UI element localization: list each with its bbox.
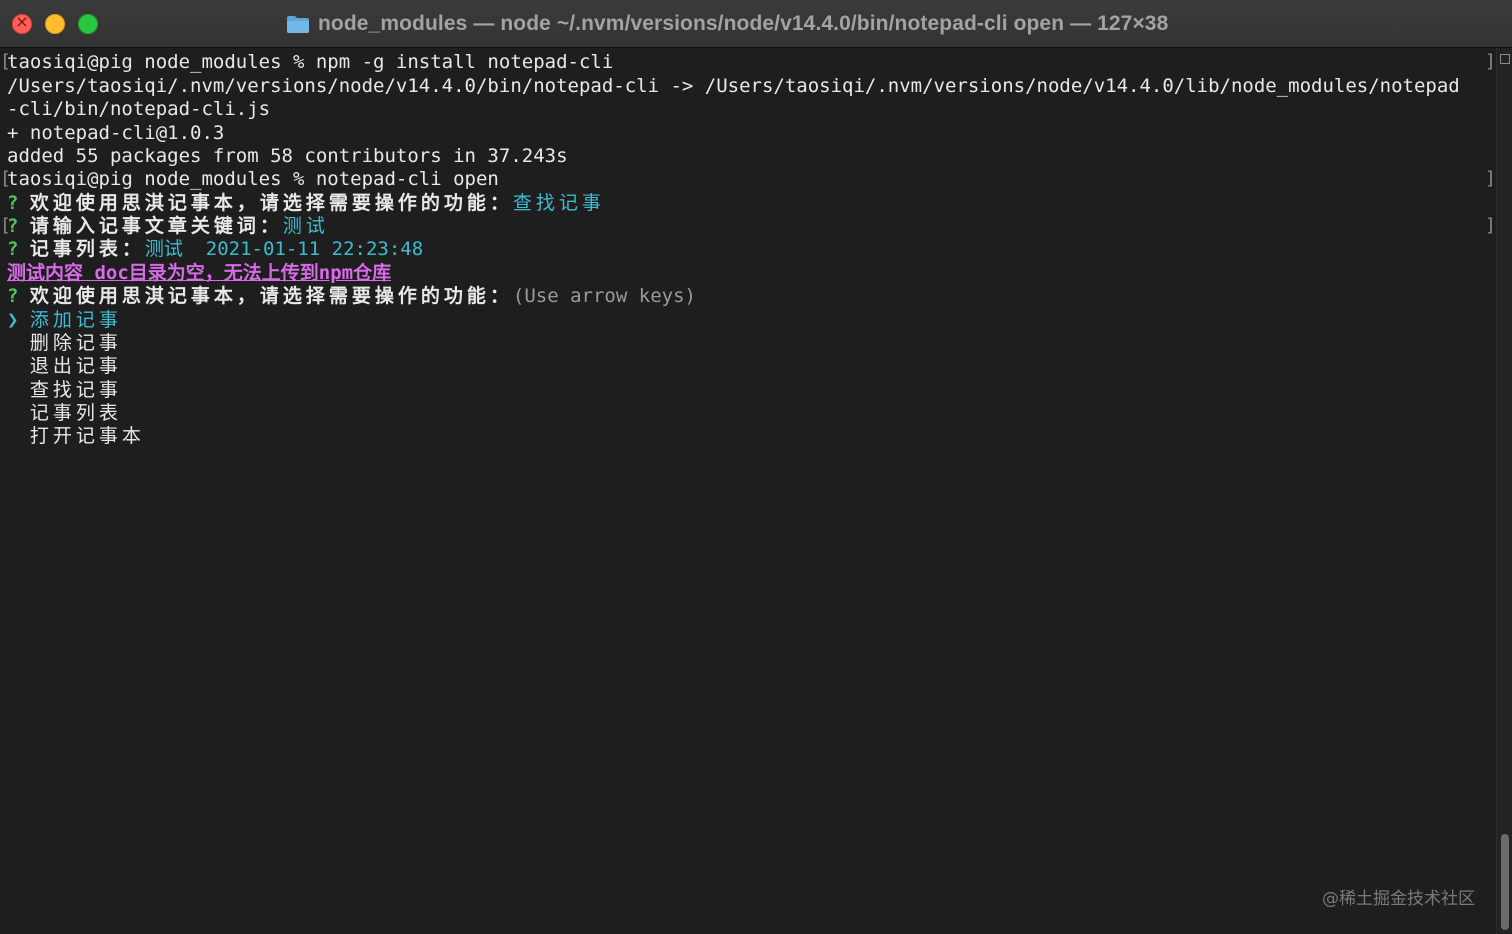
error-text: 测试内容 doc目录为空，无法上传到npm仓库 <box>7 262 392 284</box>
menu-option-selected[interactable]: ❯ 添加记事 <box>7 308 122 332</box>
prompt-question-mark: ? <box>7 192 19 214</box>
vertical-scrollbar[interactable] <box>1496 48 1512 934</box>
prompt-line-active: ? 欢迎使用思淇记事本，请选择需要操作的功能：(Use arrow keys) <box>7 284 696 308</box>
prompt-label: 记事列表： <box>29 238 145 260</box>
prompt-hint: (Use arrow keys) <box>512 285 696 307</box>
menu-option-label: 查找记事 <box>29 379 122 401</box>
prompt-question-mark: ? <box>7 238 19 260</box>
terminal-line: + notepad-cli@1.0.3 <box>7 122 225 144</box>
prompt-label: 欢迎使用思淇记事本，请选择需要操作的功能： <box>29 192 513 214</box>
prompt-answer: 测试 2021-01-11 22:23:48 <box>144 238 424 260</box>
close-button[interactable] <box>12 12 32 34</box>
menu-option[interactable]: 退出记事 <box>7 354 122 378</box>
title-bar[interactable]: node_modules — node ~/.nvm/versions/node… <box>0 0 1512 48</box>
window-title-group: node_modules — node ~/.nvm/versions/node… <box>286 10 1168 38</box>
prompt-question-mark: ? <box>7 215 19 237</box>
error-message: 测试内容 doc目录为空，无法上传到npm仓库 <box>7 261 391 285</box>
pointer-icon: ❯ <box>7 309 19 331</box>
terminal-line: -cli/bin/notepad-cli.js <box>7 98 271 120</box>
menu-option[interactable]: 删除记事 <box>7 331 122 355</box>
prompt-line-function: ? 欢迎使用思淇记事本，请选择需要操作的功能：查找记事 <box>7 191 605 215</box>
window-title: node_modules — node ~/.nvm/versions/node… <box>318 12 1169 35</box>
terminal-window: node_modules — node ~/.nvm/versions/node… <box>0 0 1512 934</box>
prompt-line-keyword: ? 请输入记事文章关键词：测试 <box>7 214 329 238</box>
terminal-line: added 55 packages from 58 contributors i… <box>7 145 568 167</box>
menu-option[interactable]: 记事列表 <box>7 401 122 425</box>
menu-option-label: 打开记事本 <box>29 425 145 447</box>
menu-option[interactable]: 查找记事 <box>7 378 122 402</box>
terminal-output[interactable]: [ taosiqi@pig node_modules % npm -g inst… <box>0 48 1496 934</box>
prompt-answer: 查找记事 <box>512 192 605 214</box>
mark-bracket-right: ] <box>1485 215 1496 236</box>
mark-bracket-right: ] <box>1485 51 1496 72</box>
zoom-button[interactable] <box>78 14 98 34</box>
scrollbar-thumb[interactable] <box>1501 834 1509 930</box>
menu-option-label: 记事列表 <box>29 402 122 424</box>
prompt-question-mark: ? <box>7 285 19 307</box>
terminal-line: /Users/taosiqi/.nvm/versions/node/v14.4.… <box>7 75 1460 97</box>
menu-option-label: 删除记事 <box>29 332 122 354</box>
menu-option-label: 退出记事 <box>29 355 122 377</box>
terminal-line: taosiqi@pig node_modules % npm -g instal… <box>7 51 614 73</box>
watermark: @稀土掘金技术社区 <box>1322 889 1475 909</box>
folder-icon <box>286 15 310 34</box>
menu-option[interactable]: 打开记事本 <box>7 424 145 448</box>
menu-option-label: 添加记事 <box>29 309 122 331</box>
minimize-button[interactable] <box>45 14 65 34</box>
terminal-line: taosiqi@pig node_modules % notepad-cli o… <box>7 168 499 190</box>
prompt-line-list: ? 记事列表：测试 2021-01-11 22:23:48 <box>7 237 423 261</box>
mark-icon[interactable] <box>1500 54 1510 64</box>
prompt-label: 请输入记事文章关键词： <box>29 215 283 237</box>
prompt-answer: 测试 <box>282 215 329 237</box>
prompt-label: 欢迎使用思淇记事本，请选择需要操作的功能： <box>29 285 513 307</box>
mark-bracket-right: ] <box>1485 168 1496 189</box>
